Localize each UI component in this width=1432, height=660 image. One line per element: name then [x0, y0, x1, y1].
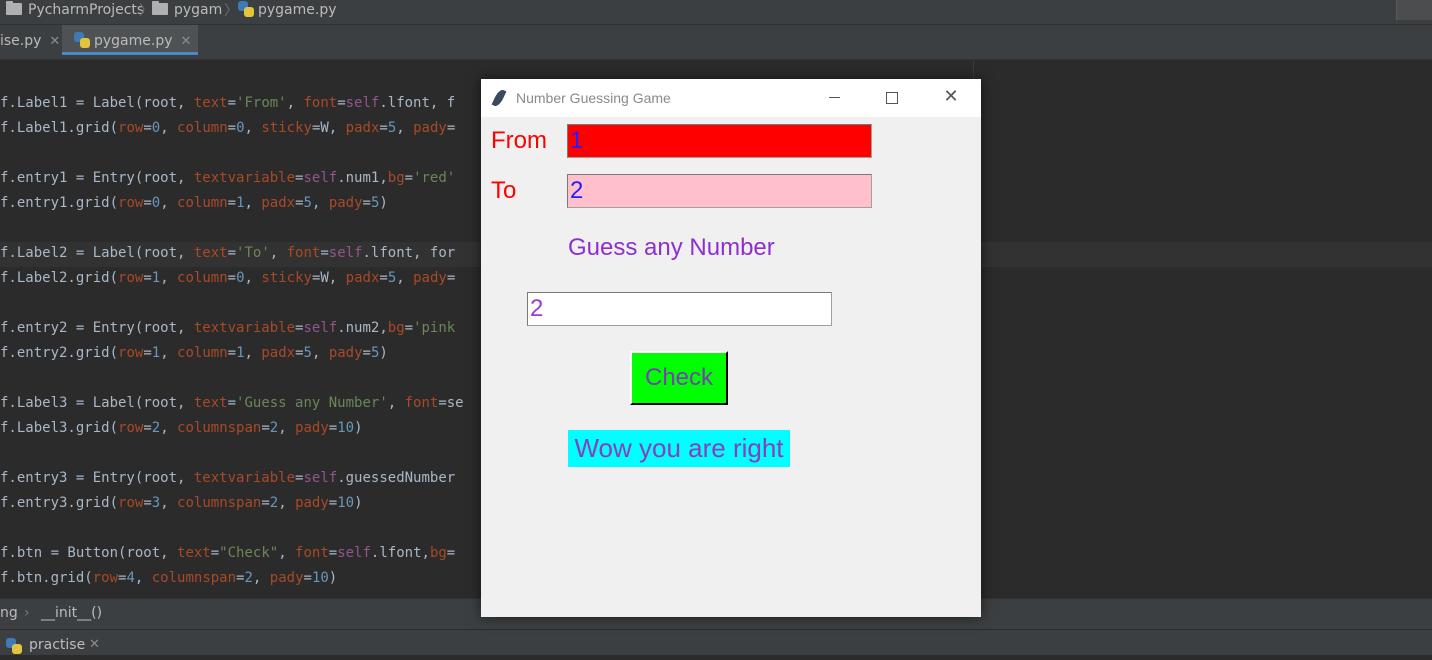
- python-file-icon: [238, 1, 254, 17]
- code-line: f.entry1 = Entry(root, textvariable=self…: [0, 170, 456, 186]
- minimize-icon: [829, 97, 840, 98]
- code-line: f.entry3.grid(row=3, columnspan=2, pady=…: [0, 495, 363, 511]
- folder-icon: [6, 1, 22, 15]
- editor-tab-bar: ise.py ✕ pygame.py ✕: [0, 25, 1432, 60]
- breadcrumb-separator: 〉: [139, 3, 153, 19]
- folder-icon: [152, 1, 168, 15]
- breadcrumb-class[interactable]: ng: [0, 599, 18, 628]
- guess-prompt-label: Guess any Number: [568, 234, 775, 261]
- number-guessing-window: Number Guessing Game ✕ From To Guess any…: [481, 79, 981, 617]
- run-tool-window-bar: practise ✕: [0, 629, 1432, 655]
- run-tab-label[interactable]: practise: [29, 630, 85, 660]
- breadcrumb-method[interactable]: __init__(): [41, 599, 102, 628]
- code-line: f.entry2 = Entry(root, textvariable=self…: [0, 320, 456, 336]
- close-icon: ✕: [943, 86, 959, 107]
- to-label: To: [491, 177, 517, 204]
- tab-practise[interactable]: ise.py ✕: [0, 25, 66, 58]
- navigation-bar: PycharmProjects 〉 pygam 〉 pygame.py: [0, 0, 1432, 25]
- feather-icon: [491, 88, 507, 108]
- code-line: f.Label3 = Label(root, text='Guess any N…: [0, 395, 464, 411]
- result-label: Wow you are right: [568, 430, 790, 467]
- python-console-icon[interactable]: [1396, 0, 1432, 20]
- code-line: f.Label1.grid(row=0, column=0, sticky=W,…: [0, 120, 456, 136]
- close-icon[interactable]: ✕: [89, 630, 100, 660]
- tab-pygame[interactable]: pygame.py ✕: [62, 25, 198, 55]
- code-line: f.entry3 = Entry(root, textvariable=self…: [0, 470, 456, 486]
- code-line: f.entry2.grid(row=1, column=1, padx=5, p…: [0, 345, 388, 361]
- code-line: f.Label3.grid(row=2, columnspan=2, pady=…: [0, 420, 363, 436]
- code-line: f.entry1.grid(row=0, column=1, padx=5, p…: [0, 195, 388, 211]
- minimize-button[interactable]: [811, 79, 857, 117]
- window-title: Number Guessing Game: [516, 90, 671, 106]
- breadcrumb-projects[interactable]: PycharmProjects: [6, 0, 144, 20]
- code-line: f.btn.grid(row=4, columnspan=2, pady=10): [0, 570, 338, 586]
- code-text: f.Label1 = Label(root, text='From', font…: [0, 91, 464, 591]
- breadcrumb-folder[interactable]: pygam: [152, 0, 222, 20]
- breadcrumb-separator: ›: [24, 605, 30, 621]
- guess-entry[interactable]: [527, 292, 832, 326]
- close-icon[interactable]: ✕: [181, 34, 192, 49]
- to-entry[interactable]: [567, 174, 872, 208]
- python-file-icon: [74, 32, 90, 48]
- close-icon[interactable]: ✕: [49, 34, 60, 49]
- code-line: f.Label2.grid(row=1, column=0, sticky=W,…: [0, 270, 456, 286]
- window-titlebar[interactable]: Number Guessing Game ✕: [481, 79, 981, 117]
- from-entry[interactable]: [567, 124, 872, 158]
- code-line: f.Label2 = Label(root, text='To', font=s…: [0, 245, 456, 261]
- maximize-button[interactable]: [869, 79, 915, 117]
- code-line: f.btn = Button(root, text="Check", font=…: [0, 545, 456, 561]
- python-file-icon: [6, 638, 22, 654]
- maximize-icon: [886, 92, 898, 104]
- breadcrumb-file[interactable]: pygame.py: [238, 0, 337, 20]
- breadcrumb-separator: 〉: [224, 3, 238, 19]
- close-window-button[interactable]: ✕: [928, 79, 974, 117]
- code-line: f.Label1 = Label(root, text='From', font…: [0, 95, 456, 111]
- from-label: From: [491, 127, 547, 154]
- check-button[interactable]: Check: [630, 351, 728, 405]
